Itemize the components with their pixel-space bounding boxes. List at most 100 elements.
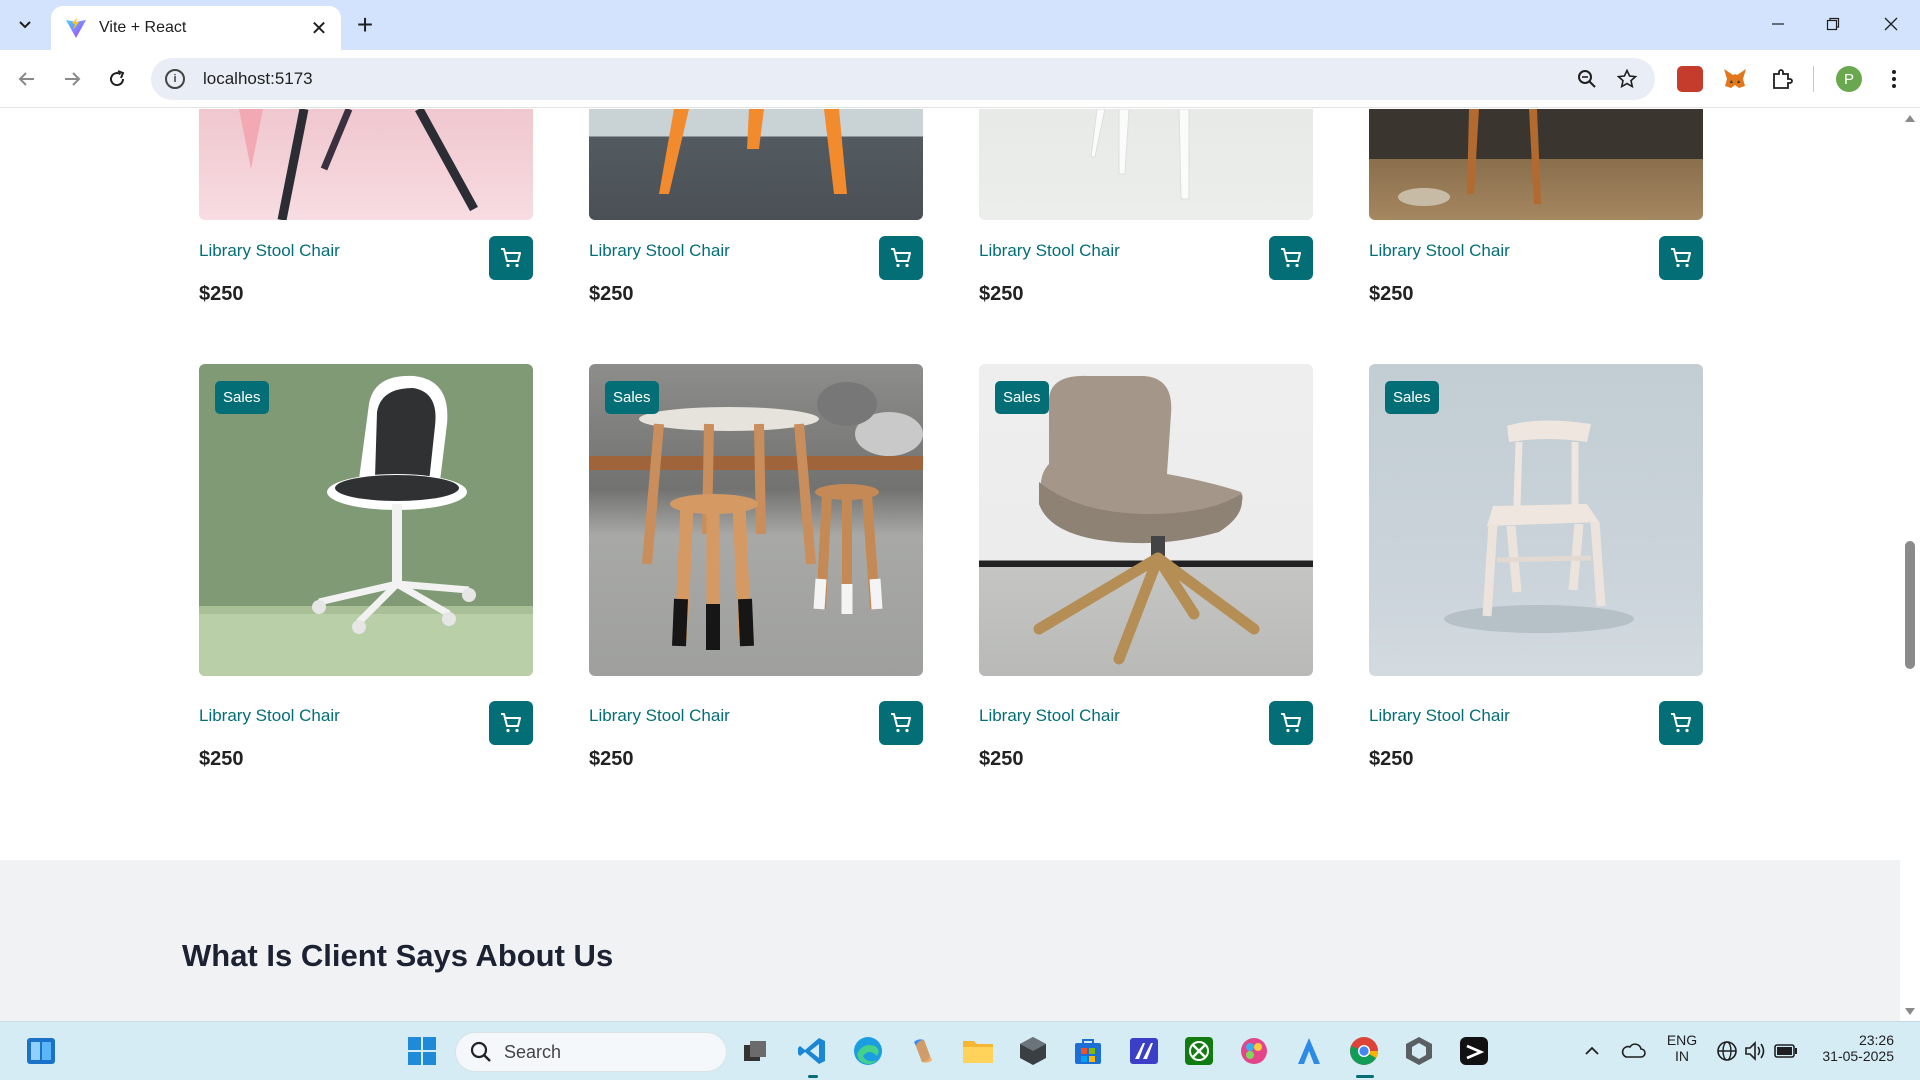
cart-icon [1671,248,1691,268]
browser-toolbar: i localhost:5173 [0,50,1920,108]
scroll-down-arrow-icon[interactable] [1905,1008,1915,1015]
zoom-icon[interactable] [1575,67,1599,91]
power-automate-icon[interactable] [1127,1034,1161,1068]
add-to-cart-button[interactable] [489,701,533,745]
new-tab-button[interactable]: + [350,8,380,42]
onedrive-sync-icon[interactable] [1616,1034,1650,1068]
start-windows-icon[interactable] [405,1034,439,1068]
address-bar[interactable]: i localhost:5173 [151,58,1655,100]
add-to-cart-button[interactable] [879,701,923,745]
product-price: $250 [1369,748,1414,770]
back-button[interactable] [12,64,42,94]
minimize-icon [1772,23,1784,25]
product-card[interactable]: Sales Library Stool Chair $250 [199,364,533,770]
extension-puzzle-game-icon[interactable] [1677,66,1703,92]
battery-icon[interactable] [1771,1034,1801,1068]
product-name[interactable]: Library Stool Chair [979,241,1120,261]
extensions-puzzle-icon[interactable] [1769,66,1795,92]
metamask-fox-icon[interactable] [1722,66,1748,92]
product-image[interactable] [199,109,533,220]
reload-button[interactable] [102,64,132,94]
show-hidden-icons-chevron-icon[interactable] [1575,1034,1609,1068]
vite-logo-icon [66,18,86,38]
tab-title: Vite + React [99,19,187,36]
product-card[interactable]: Library Stool Chair $250 [1369,109,1703,305]
product-image[interactable]: Sales [589,364,923,676]
product-price: $250 [589,748,634,770]
file-explorer-icon[interactable] [961,1034,995,1068]
chrome-running-indicator [1356,1075,1374,1078]
page-viewport: Library Stool Chair $250 Library Stool C… [0,109,1900,1021]
page-scrollbar[interactable] [1900,109,1920,1021]
vscode-running-indicator [808,1075,818,1078]
product-image[interactable]: Sales [199,364,533,676]
sales-badge: Sales [605,381,659,414]
product-name[interactable]: Library Stool Chair [1369,241,1510,261]
unity-hub-icon[interactable] [1402,1034,1436,1068]
restore-icon [1826,17,1840,31]
site-info-icon[interactable]: i [165,69,185,89]
widgets-icon[interactable] [24,1034,58,1068]
taskbar-search-box[interactable]: Search [455,1032,727,1072]
product-card[interactable]: Library Stool Chair $250 [979,109,1313,305]
product-name[interactable]: Library Stool Chair [589,241,730,261]
forward-button[interactable] [57,64,87,94]
product-name[interactable]: Library Stool Chair [979,706,1120,726]
product-card[interactable]: Library Stool Chair $250 [589,109,923,305]
url-text[interactable]: localhost:5173 [203,69,1575,89]
add-to-cart-button[interactable] [1659,236,1703,280]
add-to-cart-button[interactable] [1269,236,1313,280]
bookmark-star-icon[interactable] [1615,67,1639,91]
product-name[interactable]: Library Stool Chair [199,706,340,726]
product-card[interactable]: Sales Library Stool Chair $250 [979,364,1313,770]
language-indicator[interactable]: ENG IN [1664,1032,1700,1064]
arrow-left-icon [18,72,34,86]
product-card[interactable]: Sales Library Stool Chair $250 [589,364,923,770]
cart-icon [1671,713,1691,733]
xbox-icon[interactable] [1182,1034,1216,1068]
microsoft-store-icon[interactable] [1071,1034,1105,1068]
add-to-cart-button[interactable] [1269,701,1313,745]
chrome-icon[interactable] [1347,1034,1381,1068]
network-globe-icon[interactable] [1712,1034,1742,1068]
product-price: $250 [199,283,244,305]
clock[interactable]: 23:26 31-05-2025 [1810,1032,1894,1064]
product-image[interactable] [979,109,1313,220]
paint-app-icon[interactable] [1237,1034,1271,1068]
azure-data-studio-icon[interactable] [1292,1034,1326,1068]
profile-avatar[interactable]: P [1836,66,1862,92]
edge-browser-icon[interactable] [851,1034,885,1068]
tab-close-icon[interactable]: ✕ [309,16,329,41]
clock-time: 23:26 [1858,1032,1894,1048]
browser-menu-icon[interactable] [1884,64,1904,94]
browser-tab[interactable]: Vite + React ✕ [51,6,341,50]
product-image[interactable] [589,109,923,220]
product-image[interactable]: Sales [1369,364,1703,676]
add-to-cart-button[interactable] [489,236,533,280]
minimize-button[interactable] [1758,8,1798,40]
vscode-icon[interactable] [795,1034,829,1068]
restore-button[interactable] [1813,8,1853,40]
capcut-icon[interactable] [1457,1034,1491,1068]
product-image[interactable]: Sales [979,364,1313,676]
product-price: $250 [979,283,1024,305]
product-card[interactable]: Sales Library Stool Chair $250 [1369,364,1703,770]
product-price: $250 [199,748,244,770]
copilot-icon[interactable] [906,1034,940,1068]
scroll-thumb[interactable] [1905,541,1915,669]
product-image[interactable] [1369,109,1703,220]
cart-icon [1281,248,1301,268]
task-view-icon[interactable] [739,1034,773,1068]
product-name[interactable]: Library Stool Chair [199,241,340,261]
tab-search-button[interactable] [10,10,40,40]
scroll-up-arrow-icon[interactable] [1905,115,1915,122]
product-card[interactable]: Library Stool Chair $250 [199,109,533,305]
taskbar: Search ENG IN 23:26 31-05-2025 [0,1021,1920,1080]
add-to-cart-button[interactable] [1659,701,1703,745]
product-name[interactable]: Library Stool Chair [589,706,730,726]
add-to-cart-button[interactable] [879,236,923,280]
close-window-button[interactable] [1871,8,1911,40]
volume-icon[interactable] [1741,1034,1771,1068]
app-cube-icon[interactable] [1016,1034,1050,1068]
product-name[interactable]: Library Stool Chair [1369,706,1510,726]
